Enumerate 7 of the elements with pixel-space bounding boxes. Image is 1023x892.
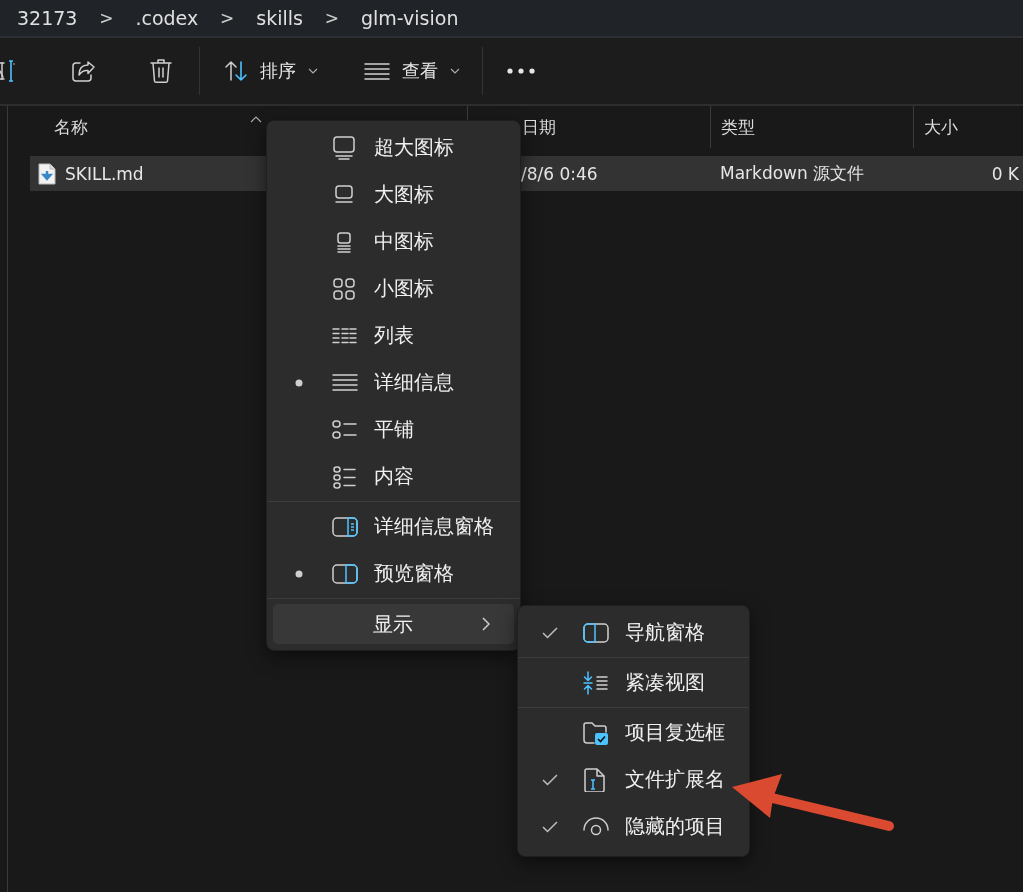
breadcrumb-separator: > bbox=[98, 8, 115, 28]
file-size: 0 K bbox=[991, 163, 1019, 184]
file-date: /8/6 0:46 bbox=[521, 163, 598, 184]
breadcrumb-separator: > bbox=[323, 8, 340, 28]
file-type: Markdown 源文件 bbox=[720, 162, 865, 185]
file-name: SKILL.md bbox=[65, 163, 144, 184]
breadcrumb-separator: > bbox=[219, 8, 236, 28]
